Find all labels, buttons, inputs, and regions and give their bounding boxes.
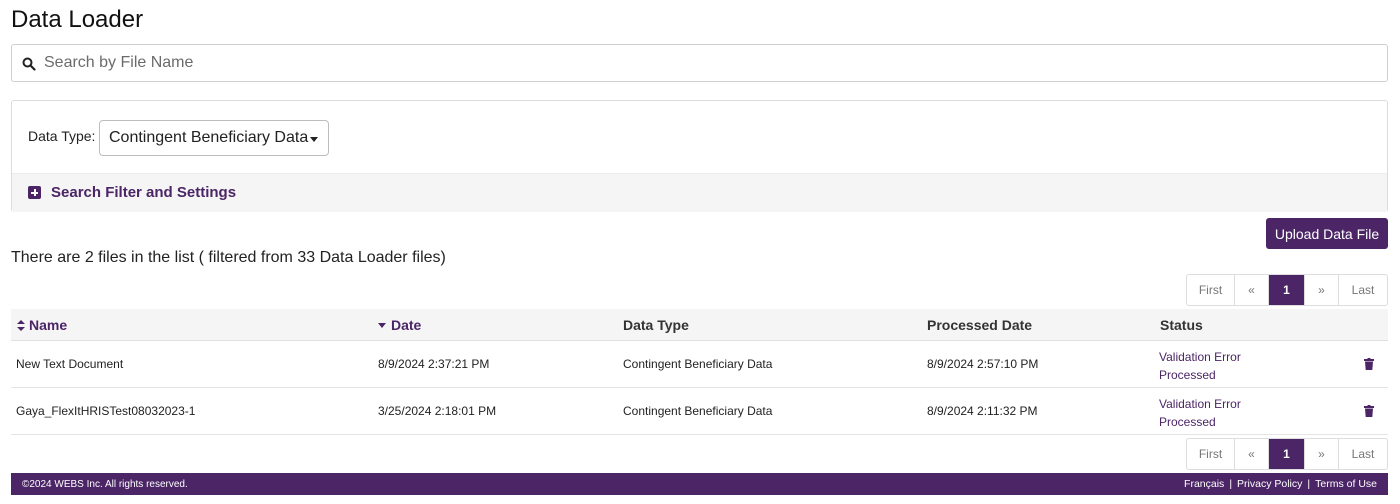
file-count-summary: There are 2 files in the list ( filtered… — [11, 249, 446, 266]
file-data-type: Contingent Beneficiary Data — [623, 404, 773, 418]
footer: ©2024 WEBS Inc. All rights reserved. Fra… — [11, 473, 1388, 495]
data-type-value: Contingent Beneficiary Data — [109, 129, 309, 146]
file-name: Gaya_FlexItHRISTest08032023-1 — [16, 404, 196, 418]
footer-separator: | — [1229, 478, 1233, 490]
pagination-top: First « 1 » Last — [1186, 274, 1388, 306]
copyright-text: ©2024 WEBS Inc. All rights reserved. — [22, 479, 188, 490]
file-status: Validation Error Processed — [1159, 395, 1241, 431]
pagination-next[interactable]: » — [1305, 275, 1339, 305]
status-processed-link[interactable]: Processed — [1159, 366, 1241, 384]
status-validation-error-link[interactable]: Validation Error — [1159, 348, 1241, 366]
page-title: Data Loader — [11, 6, 144, 33]
status-processed-link[interactable]: Processed — [1159, 413, 1241, 431]
search-input[interactable] — [42, 49, 1372, 77]
caret-down-icon — [310, 137, 318, 142]
pagination-bottom: First « 1 » Last — [1186, 438, 1388, 470]
upload-data-file-button[interactable]: Upload Data File — [1266, 218, 1388, 249]
trash-icon[interactable] — [1364, 358, 1374, 370]
column-header-status: Status — [1160, 317, 1203, 333]
sort-icon — [17, 320, 25, 331]
footer-separator: | — [1307, 478, 1311, 490]
sort-desc-icon — [378, 323, 386, 328]
file-processed-date: 8/9/2024 2:11:32 PM — [927, 404, 1038, 418]
search-filter-settings-label: Search Filter and Settings — [51, 184, 237, 201]
pagination-next[interactable]: » — [1305, 439, 1339, 469]
column-header-name[interactable]: Name — [17, 317, 67, 333]
pagination-prev[interactable]: « — [1235, 439, 1269, 469]
table-row: Gaya_FlexItHRISTest08032023-1 3/25/2024 … — [11, 388, 1388, 435]
status-validation-error-link[interactable]: Validation Error — [1159, 395, 1241, 413]
file-date: 3/25/2024 2:18:01 PM — [378, 404, 497, 418]
pagination-current-page[interactable]: 1 — [1269, 275, 1305, 305]
pagination-prev[interactable]: « — [1235, 275, 1269, 305]
table-row: New Text Document 8/9/2024 2:37:21 PM Co… — [11, 341, 1388, 388]
trash-icon[interactable] — [1364, 405, 1374, 417]
footer-link-privacy-policy[interactable]: Privacy Policy — [1237, 478, 1302, 490]
column-header-data-type: Data Type — [623, 317, 689, 333]
table-header: Name Date Data Type Processed Date Statu… — [11, 309, 1388, 341]
search-box[interactable] — [11, 44, 1388, 82]
file-status: Validation Error Processed — [1159, 348, 1241, 384]
pagination-first[interactable]: First — [1187, 439, 1235, 469]
search-icon — [22, 57, 36, 71]
pagination-current-page[interactable]: 1 — [1269, 439, 1305, 469]
pagination-last[interactable]: Last — [1339, 439, 1387, 469]
file-date: 8/9/2024 2:37:21 PM — [378, 357, 490, 371]
data-type-dropdown[interactable]: Contingent Beneficiary Data — [99, 120, 329, 156]
filter-panel: Data Type: Contingent Beneficiary Data S… — [11, 100, 1388, 212]
footer-link-terms-of-use[interactable]: Terms of Use — [1315, 478, 1377, 490]
data-type-label: Data Type: — [28, 128, 96, 144]
column-header-processed-date: Processed Date — [927, 317, 1033, 333]
column-header-date[interactable]: Date — [378, 317, 421, 333]
footer-link-francais[interactable]: Français — [1184, 478, 1224, 490]
file-processed-date: 8/9/2024 2:57:10 PM — [927, 357, 1039, 371]
footer-links: Français | Privacy Policy | Terms of Use — [1184, 478, 1377, 490]
search-filter-settings-toggle[interactable]: Search Filter and Settings — [12, 173, 1387, 212]
pagination-first[interactable]: First — [1187, 275, 1235, 305]
plus-square-icon — [28, 186, 41, 199]
file-name: New Text Document — [16, 357, 124, 371]
file-data-type: Contingent Beneficiary Data — [623, 357, 773, 371]
pagination-last[interactable]: Last — [1339, 275, 1387, 305]
